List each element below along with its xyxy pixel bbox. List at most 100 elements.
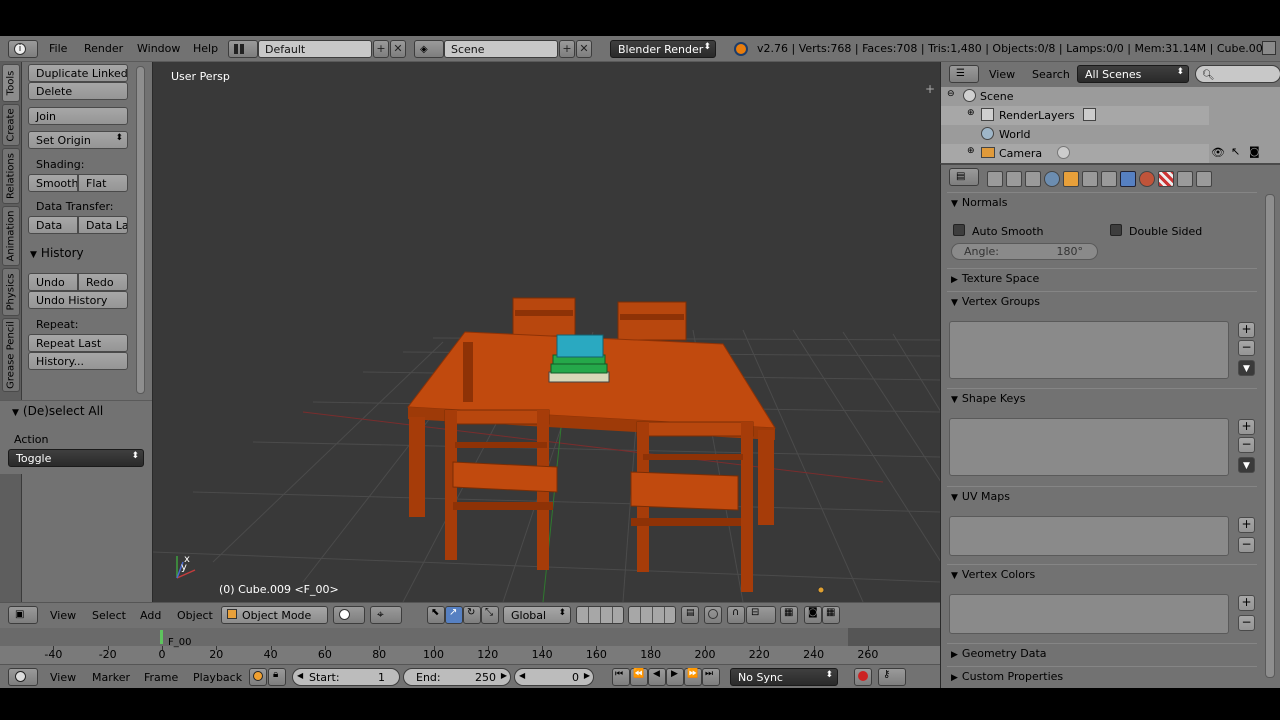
object-mode-dropdown[interactable]: Object Mode bbox=[221, 606, 328, 624]
auto-keying-button[interactable] bbox=[854, 668, 872, 686]
current-frame-marker[interactable] bbox=[160, 630, 163, 644]
add-uv-map-button[interactable]: + bbox=[1238, 517, 1255, 533]
maximize-icon[interactable] bbox=[1262, 41, 1276, 55]
menu-window[interactable]: Window bbox=[137, 42, 180, 55]
play-button[interactable]: ▶ bbox=[666, 668, 684, 686]
remove-vertex-group-button[interactable]: − bbox=[1238, 340, 1255, 356]
add-vertex-color-button[interactable]: + bbox=[1238, 595, 1255, 611]
editor-type-button[interactable] bbox=[8, 668, 38, 686]
repeat-last-button[interactable]: Repeat Last bbox=[28, 334, 128, 352]
tab-create[interactable]: Create bbox=[2, 104, 20, 146]
toolshelf-scrollbar[interactable] bbox=[136, 66, 145, 394]
render-preview-button[interactable]: ▦ bbox=[780, 606, 798, 624]
tab-relations[interactable]: Relations bbox=[2, 148, 20, 204]
timeline-editor[interactable]: -40 -20 0 20 40 60 80 100 120 140 160 180 200 220 240 2… bbox=[0, 628, 940, 664]
scene-context-icon[interactable] bbox=[1025, 171, 1041, 187]
auto-smooth-checkbox[interactable] bbox=[953, 224, 965, 236]
duplicate-linked-button[interactable]: Duplicate Linked bbox=[28, 64, 128, 82]
modifiers-context-icon[interactable] bbox=[1101, 171, 1117, 187]
remove-layout-button[interactable]: ✕ bbox=[390, 40, 406, 58]
start-frame-field[interactable]: ◀ Start: 1 bbox=[292, 668, 400, 686]
remove-uv-map-button[interactable]: − bbox=[1238, 537, 1255, 553]
constraints-context-icon[interactable] bbox=[1082, 171, 1098, 187]
snap-toggle[interactable]: ∩ bbox=[727, 606, 745, 624]
uv-maps-list[interactable] bbox=[949, 516, 1229, 556]
join-button[interactable]: Join bbox=[28, 107, 128, 125]
add-shape-key-button[interactable]: + bbox=[1238, 419, 1255, 435]
jump-start-button[interactable]: ⏮ bbox=[612, 668, 630, 686]
remove-scene-button[interactable]: ✕ bbox=[576, 40, 592, 58]
uv-maps-panel-header[interactable]: ▼ UV Maps bbox=[947, 486, 1257, 506]
shape-key-specials-button[interactable]: ▼ bbox=[1238, 457, 1255, 473]
menu-search[interactable]: Search bbox=[1032, 68, 1070, 81]
menu-frame[interactable]: Frame bbox=[144, 671, 178, 684]
display-mode-dropdown[interactable]: All Scenes ⬍ bbox=[1077, 65, 1189, 83]
undo-button[interactable]: Undo bbox=[28, 273, 78, 291]
outliner-search-input[interactable]: 🔍︎ bbox=[1195, 65, 1280, 83]
add-vertex-group-button[interactable]: + bbox=[1238, 322, 1255, 338]
world-context-icon[interactable] bbox=[1044, 171, 1060, 187]
jump-end-button[interactable]: ⏭ bbox=[702, 668, 720, 686]
menu-render[interactable]: Render bbox=[84, 42, 123, 55]
menu-select[interactable]: Select bbox=[92, 609, 126, 622]
layout-browse-button[interactable] bbox=[228, 40, 258, 58]
outliner-row-camera[interactable]: ⊕ Camera bbox=[941, 144, 1209, 163]
geometry-data-panel-header[interactable]: ▶ Geometry Data bbox=[947, 643, 1257, 663]
menu-file[interactable]: File bbox=[49, 42, 67, 55]
object-context-icon[interactable] bbox=[1063, 171, 1079, 187]
render-context-icon[interactable] bbox=[987, 171, 1003, 187]
tab-animation[interactable]: Animation bbox=[2, 206, 20, 266]
render-icon[interactable]: ◙ bbox=[1249, 145, 1260, 158]
vertex-group-specials-button[interactable]: ▼ bbox=[1238, 360, 1255, 376]
3d-viewport[interactable]: y x User Persp (0) Cube.009 <F_00> + bbox=[152, 62, 940, 602]
scene-name-field[interactable]: Scene bbox=[444, 40, 558, 58]
physics-context-icon[interactable] bbox=[1196, 171, 1212, 187]
menu-view[interactable]: View bbox=[50, 671, 76, 684]
deselect-all-header[interactable]: ▼ (De)select All bbox=[12, 404, 103, 418]
snap-element-dropdown[interactable]: ⊟ bbox=[746, 606, 776, 624]
sync-dropdown[interactable]: No Sync ⬍ bbox=[730, 668, 838, 686]
preview-range-button[interactable] bbox=[249, 668, 267, 686]
vertex-groups-list[interactable] bbox=[949, 321, 1229, 379]
menu-view[interactable]: View bbox=[50, 609, 76, 622]
end-frame-field[interactable]: End: 250 ▶ bbox=[403, 668, 511, 686]
menu-help[interactable]: Help bbox=[193, 42, 218, 55]
proportional-edit-button[interactable] bbox=[704, 606, 722, 624]
render-still-button[interactable]: ◙ bbox=[804, 606, 822, 624]
keying-set-button[interactable]: ⚷ bbox=[878, 668, 906, 686]
render-layers-context-icon[interactable] bbox=[1006, 171, 1022, 187]
menu-object[interactable]: Object bbox=[177, 609, 213, 622]
shape-keys-list[interactable] bbox=[949, 418, 1229, 476]
cursor-icon[interactable]: ↖ bbox=[1231, 145, 1240, 158]
double-sided-checkbox[interactable] bbox=[1110, 224, 1122, 236]
scene-browse-button[interactable]: ◈ bbox=[414, 40, 444, 58]
shading-dropdown[interactable] bbox=[333, 606, 365, 624]
outliner-row-scene[interactable]: ⊖ Scene bbox=[941, 87, 1209, 106]
vertex-colors-list[interactable] bbox=[949, 594, 1229, 634]
custom-properties-panel-header[interactable]: ▶ Custom Properties bbox=[947, 666, 1257, 686]
render-animation-button[interactable]: ▦ bbox=[822, 606, 840, 624]
scale-toggle[interactable]: ⤡ bbox=[481, 606, 499, 624]
lock-range-button[interactable]: 🔒︎ bbox=[268, 668, 286, 686]
action-dropdown[interactable]: Toggle ⬍ bbox=[8, 449, 144, 467]
redo-button[interactable]: Redo bbox=[78, 273, 128, 291]
editor-type-button[interactable]: ☰ bbox=[949, 65, 979, 83]
flat-button[interactable]: Flat bbox=[78, 174, 128, 192]
plus-icon[interactable]: + bbox=[925, 82, 935, 96]
shape-keys-panel-header[interactable]: ▼ Shape Keys bbox=[947, 388, 1257, 408]
layout-name-field[interactable]: Default bbox=[258, 40, 372, 58]
layer-buttons-1[interactable] bbox=[576, 606, 624, 624]
menu-playback[interactable]: Playback bbox=[193, 671, 242, 684]
history-panel-header[interactable]: ▼ History bbox=[30, 246, 84, 260]
rotate-toggle[interactable]: ↻ bbox=[463, 606, 481, 624]
translate-toggle[interactable]: ↗ bbox=[445, 606, 463, 624]
remove-vertex-color-button[interactable]: − bbox=[1238, 615, 1255, 631]
manipulator-toggle[interactable]: ⬉ bbox=[427, 606, 445, 624]
menu-marker[interactable]: Marker bbox=[92, 671, 130, 684]
current-frame-field[interactable]: ◀ 0 ▶ bbox=[514, 668, 594, 686]
vertex-colors-panel-header[interactable]: ▼ Vertex Colors bbox=[947, 564, 1257, 584]
editor-type-button[interactable]: ▤ bbox=[949, 168, 979, 186]
render-engine-dropdown[interactable]: Blender Render ⬍ bbox=[610, 40, 716, 58]
particles-context-icon[interactable] bbox=[1177, 171, 1193, 187]
mesh-data-context-icon[interactable] bbox=[1120, 171, 1136, 187]
